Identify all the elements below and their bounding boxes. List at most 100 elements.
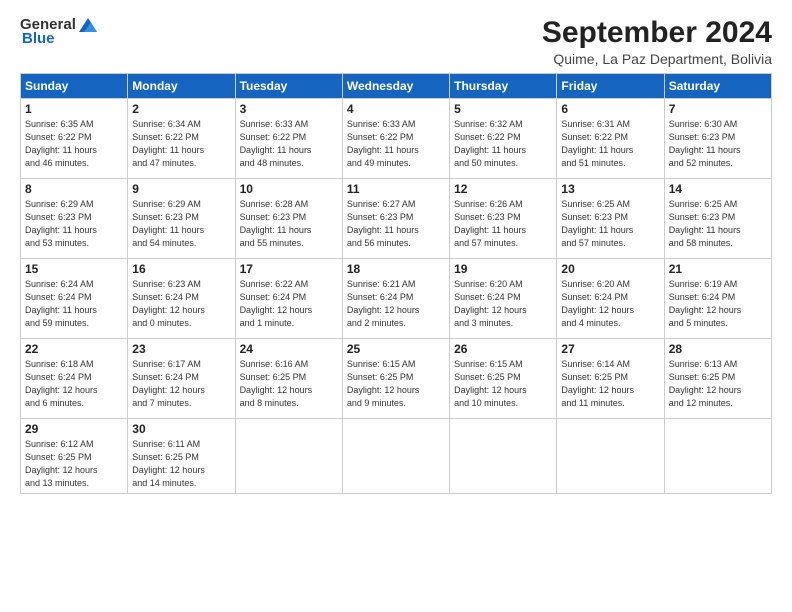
- day-info: Sunrise: 6:21 AM Sunset: 6:24 PM Dayligh…: [347, 278, 445, 330]
- day-info: Sunrise: 6:17 AM Sunset: 6:24 PM Dayligh…: [132, 358, 230, 410]
- day-info: Sunrise: 6:34 AM Sunset: 6:22 PM Dayligh…: [132, 118, 230, 170]
- day-number: 14: [669, 182, 767, 196]
- weekday-header-wednesday: Wednesday: [342, 74, 449, 99]
- day-number: 28: [669, 342, 767, 356]
- day-info: Sunrise: 6:29 AM Sunset: 6:23 PM Dayligh…: [132, 198, 230, 250]
- calendar-cell: 21Sunrise: 6:19 AM Sunset: 6:24 PM Dayli…: [664, 259, 771, 339]
- day-number: 24: [240, 342, 338, 356]
- weekday-header-monday: Monday: [128, 74, 235, 99]
- day-info: Sunrise: 6:16 AM Sunset: 6:25 PM Dayligh…: [240, 358, 338, 410]
- day-info: Sunrise: 6:31 AM Sunset: 6:22 PM Dayligh…: [561, 118, 659, 170]
- day-info: Sunrise: 6:33 AM Sunset: 6:22 PM Dayligh…: [240, 118, 338, 170]
- calendar-cell: [557, 419, 664, 494]
- day-info: Sunrise: 6:26 AM Sunset: 6:23 PM Dayligh…: [454, 198, 552, 250]
- day-number: 10: [240, 182, 338, 196]
- day-info: Sunrise: 6:14 AM Sunset: 6:25 PM Dayligh…: [561, 358, 659, 410]
- calendar-cell: 22 Sunrise: 6:18 AM Sunset: 6:24 PM Dayli…: [21, 339, 128, 419]
- day-info: Sunrise: 6:30 AM Sunset: 6:23 PM Dayligh…: [669, 118, 767, 170]
- calendar-cell: [235, 419, 342, 494]
- calendar-cell: 17 Sunrise: 6:22 AM Sunset: 6:24 PM Dayli…: [235, 259, 342, 339]
- day-info: Sunrise: 6:22 AM Sunset: 6:24 PM Dayligh…: [240, 278, 338, 330]
- calendar-cell: 28 Sunrise: 6:13 AM Sunset: 6:25 PM Dayli…: [664, 339, 771, 419]
- calendar-cell: 8 Sunrise: 6:29 AM Sunset: 6:23 PM Daylig…: [21, 179, 128, 259]
- logo-icon: [79, 18, 97, 32]
- calendar-cell: 23 Sunrise: 6:17 AM Sunset: 6:24 PM Dayli…: [128, 339, 235, 419]
- calendar-cell: 30Sunrise: 6:11 AM Sunset: 6:25 PM Dayli…: [128, 419, 235, 494]
- day-info: Sunrise: 6:20 AM Sunset: 6:24 PM Dayligh…: [561, 278, 659, 330]
- day-number: 8: [25, 182, 123, 196]
- weekday-header-thursday: Thursday: [450, 74, 557, 99]
- day-number: 17: [240, 262, 338, 276]
- calendar-cell: 9 Sunrise: 6:29 AM Sunset: 6:23 PM Daylig…: [128, 179, 235, 259]
- calendar-cell: 1 Sunrise: 6:35 AM Sunset: 6:22 PM Daylig…: [21, 99, 128, 179]
- calendar-cell: 19 Sunrise: 6:20 AM Sunset: 6:24 PM Dayli…: [450, 259, 557, 339]
- day-info: Sunrise: 6:25 AM Sunset: 6:23 PM Dayligh…: [561, 198, 659, 250]
- day-info: Sunrise: 6:23 AM Sunset: 6:24 PM Dayligh…: [132, 278, 230, 330]
- day-number: 18: [347, 262, 445, 276]
- calendar-cell: 3 Sunrise: 6:33 AM Sunset: 6:22 PM Daylig…: [235, 99, 342, 179]
- day-number: 23: [132, 342, 230, 356]
- day-number: 9: [132, 182, 230, 196]
- calendar-cell: 7 Sunrise: 6:30 AM Sunset: 6:23 PM Daylig…: [664, 99, 771, 179]
- calendar-cell: 4 Sunrise: 6:33 AM Sunset: 6:22 PM Daylig…: [342, 99, 449, 179]
- calendar-cell: 11 Sunrise: 6:27 AM Sunset: 6:23 PM Dayli…: [342, 179, 449, 259]
- weekday-header-saturday: Saturday: [664, 74, 771, 99]
- day-info: Sunrise: 6:18 AM Sunset: 6:24 PM Dayligh…: [25, 358, 123, 410]
- day-info: Sunrise: 6:27 AM Sunset: 6:23 PM Dayligh…: [347, 198, 445, 250]
- day-number: 6: [561, 102, 659, 116]
- day-number: 26: [454, 342, 552, 356]
- calendar-cell: 10 Sunrise: 6:28 AM Sunset: 6:23 PM Dayli…: [235, 179, 342, 259]
- logo: General Blue: [20, 16, 97, 47]
- day-number: 3: [240, 102, 338, 116]
- logo-blue: Blue: [22, 30, 55, 47]
- day-info: Sunrise: 6:13 AM Sunset: 6:25 PM Dayligh…: [669, 358, 767, 410]
- day-info: Sunrise: 6:28 AM Sunset: 6:23 PM Dayligh…: [240, 198, 338, 250]
- day-info: Sunrise: 6:29 AM Sunset: 6:23 PM Dayligh…: [25, 198, 123, 250]
- location-subtitle: Quime, La Paz Department, Bolivia: [542, 51, 772, 67]
- calendar-cell: 6 Sunrise: 6:31 AM Sunset: 6:22 PM Daylig…: [557, 99, 664, 179]
- calendar-cell: 24 Sunrise: 6:16 AM Sunset: 6:25 PM Dayli…: [235, 339, 342, 419]
- calendar-cell: 5Sunrise: 6:32 AM Sunset: 6:22 PM Daylig…: [450, 99, 557, 179]
- calendar-cell: 15 Sunrise: 6:24 AM Sunset: 6:24 PM Dayli…: [21, 259, 128, 339]
- day-info: Sunrise: 6:15 AM Sunset: 6:25 PM Dayligh…: [454, 358, 552, 410]
- weekday-header-friday: Friday: [557, 74, 664, 99]
- day-number: 29: [25, 422, 123, 436]
- calendar-cell: 2 Sunrise: 6:34 AM Sunset: 6:22 PM Daylig…: [128, 99, 235, 179]
- title-block: September 2024 Quime, La Paz Department,…: [542, 16, 772, 67]
- calendar-cell: 14 Sunrise: 6:25 AM Sunset: 6:23 PM Dayli…: [664, 179, 771, 259]
- day-number: 25: [347, 342, 445, 356]
- day-number: 11: [347, 182, 445, 196]
- day-number: 1: [25, 102, 123, 116]
- day-number: 22: [25, 342, 123, 356]
- day-number: 12: [454, 182, 552, 196]
- day-number: 4: [347, 102, 445, 116]
- day-number: 15: [25, 262, 123, 276]
- day-number: 30: [132, 422, 230, 436]
- day-info: Sunrise: 6:35 AM Sunset: 6:22 PM Dayligh…: [25, 118, 123, 170]
- day-number: 13: [561, 182, 659, 196]
- calendar-cell: 26 Sunrise: 6:15 AM Sunset: 6:25 PM Dayli…: [450, 339, 557, 419]
- month-title: September 2024: [542, 16, 772, 50]
- day-info: Sunrise: 6:20 AM Sunset: 6:24 PM Dayligh…: [454, 278, 552, 330]
- day-info: Sunrise: 6:25 AM Sunset: 6:23 PM Dayligh…: [669, 198, 767, 250]
- calendar-cell: 12 Sunrise: 6:26 AM Sunset: 6:23 PM Dayli…: [450, 179, 557, 259]
- day-number: 5: [454, 102, 552, 116]
- weekday-header-sunday: Sunday: [21, 74, 128, 99]
- calendar-cell: [664, 419, 771, 494]
- calendar-cell: 20Sunrise: 6:20 AM Sunset: 6:24 PM Dayli…: [557, 259, 664, 339]
- calendar-cell: 13 Sunrise: 6:25 AM Sunset: 6:23 PM Dayli…: [557, 179, 664, 259]
- calendar-cell: [342, 419, 449, 494]
- calendar-cell: 25Sunrise: 6:15 AM Sunset: 6:25 PM Dayli…: [342, 339, 449, 419]
- calendar-cell: [450, 419, 557, 494]
- day-number: 16: [132, 262, 230, 276]
- day-info: Sunrise: 6:24 AM Sunset: 6:24 PM Dayligh…: [25, 278, 123, 330]
- day-info: Sunrise: 6:19 AM Sunset: 6:24 PM Dayligh…: [669, 278, 767, 330]
- day-info: Sunrise: 6:33 AM Sunset: 6:22 PM Dayligh…: [347, 118, 445, 170]
- day-info: Sunrise: 6:12 AM Sunset: 6:25 PM Dayligh…: [25, 438, 123, 490]
- day-number: 7: [669, 102, 767, 116]
- day-number: 19: [454, 262, 552, 276]
- day-number: 2: [132, 102, 230, 116]
- calendar-cell: 18 Sunrise: 6:21 AM Sunset: 6:24 PM Dayli…: [342, 259, 449, 339]
- calendar-table: SundayMondayTuesdayWednesdayThursdayFrid…: [20, 73, 772, 494]
- weekday-header-tuesday: Tuesday: [235, 74, 342, 99]
